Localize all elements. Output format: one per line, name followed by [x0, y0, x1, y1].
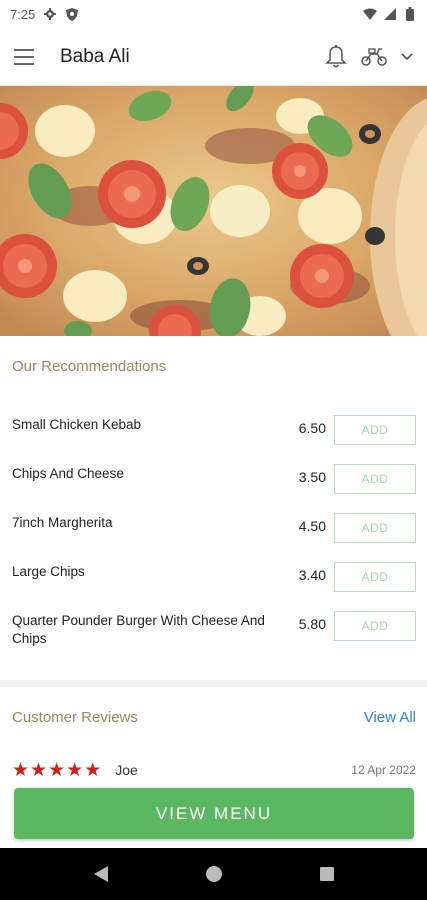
item-price: 5.80 — [298, 616, 326, 632]
add-button[interactable]: ADD — [334, 513, 416, 543]
chevron-down-icon[interactable] — [401, 52, 413, 61]
item-name: Small Chicken Kebab — [12, 417, 142, 432]
wifi-icon — [363, 7, 377, 21]
review-date: 12 Apr 2022 — [351, 763, 416, 777]
scooter-delivery-icon[interactable] — [361, 47, 387, 67]
system-nav-bar — [0, 848, 427, 900]
star-icon: ★ — [48, 759, 66, 781]
star-icon: ★ — [84, 759, 102, 781]
star-icon: ★ — [66, 759, 84, 781]
settings-gear-icon — [43, 7, 57, 21]
view-all-link[interactable]: View All — [364, 709, 416, 726]
list-item: Chips And Cheese 3.50 ADD — [0, 455, 427, 504]
shield-icon — [65, 7, 79, 21]
star-icon: ★ — [12, 759, 30, 781]
add-button[interactable]: ADD — [334, 415, 416, 445]
add-button[interactable]: ADD — [334, 464, 416, 494]
status-time: 7:25 — [10, 6, 36, 22]
list-item: Quarter Pounder Burger With Cheese And C… — [0, 602, 427, 651]
page-title: Baba Ali — [60, 45, 130, 67]
star-icon: ★ — [30, 759, 48, 781]
add-button[interactable]: ADD — [334, 562, 416, 592]
home-icon[interactable] — [205, 865, 223, 883]
star-rating: ★ ★ ★ ★ ★ — [12, 761, 101, 780]
item-name: Quarter Pounder Burger With Cheese And C… — [12, 613, 265, 646]
list-item: Small Chicken Kebab 6.50 ADD — [0, 406, 427, 455]
signal-icon — [383, 7, 397, 21]
reviews-title: Customer Reviews — [12, 709, 138, 726]
list-item: 7inch Margherita 4.50 ADD — [0, 504, 427, 553]
item-price: 4.50 — [298, 518, 326, 534]
menu-icon[interactable] — [14, 41, 46, 73]
hero-pizza-image — [0, 86, 427, 336]
battery-icon — [403, 7, 417, 21]
section-divider — [0, 680, 427, 687]
item-name: Large Chips — [12, 564, 85, 579]
list-item: Large Chips 3.40 ADD — [0, 553, 427, 602]
item-price: 3.50 — [298, 469, 326, 485]
recents-icon[interactable] — [319, 866, 335, 882]
review-item: ★ ★ ★ ★ ★ Joe 12 Apr 2022 — [12, 759, 416, 781]
recommendations-title: Our Recommendations — [12, 358, 167, 375]
recommendations-list: Small Chicken Kebab 6.50 ADD Chips And C… — [0, 406, 427, 651]
status-bar: 7:25 — [0, 0, 427, 28]
app-bar: Baba Ali — [0, 28, 427, 86]
bell-icon[interactable] — [325, 44, 347, 69]
view-menu-button[interactable]: VIEW MENU — [14, 788, 414, 839]
item-name: 7inch Margherita — [12, 515, 113, 530]
item-price: 3.40 — [298, 567, 326, 583]
add-button[interactable]: ADD — [334, 611, 416, 641]
item-price: 6.50 — [298, 420, 326, 436]
reviewer-name: Joe — [115, 762, 138, 778]
back-icon[interactable] — [93, 865, 109, 883]
item-name: Chips And Cheese — [12, 466, 124, 481]
